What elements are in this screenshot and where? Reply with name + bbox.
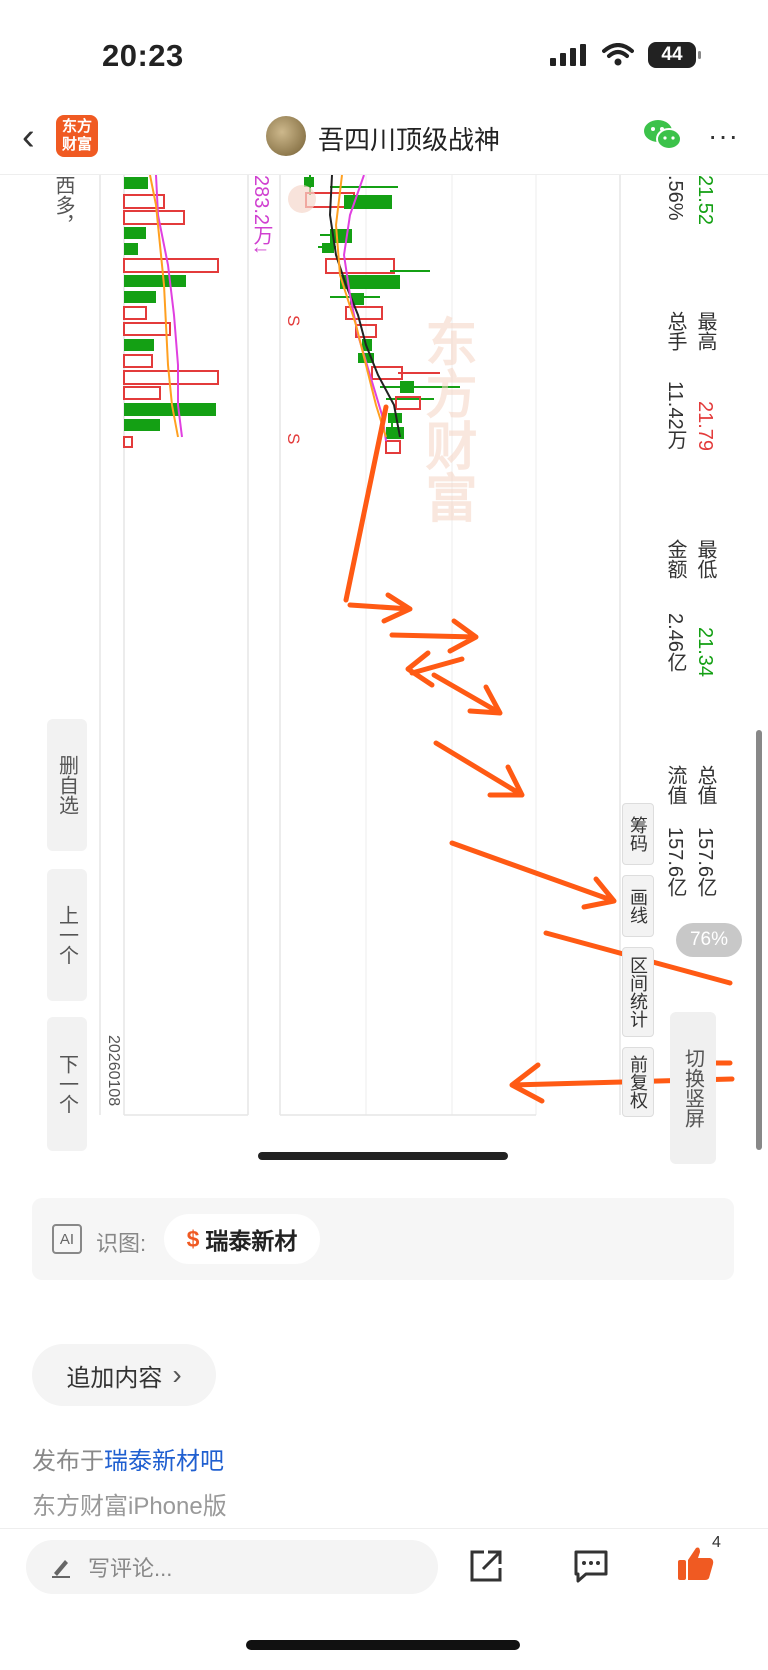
avatar[interactable] [266, 116, 306, 156]
share-icon[interactable] [468, 1548, 504, 1584]
chart-left-text: 西多， [52, 175, 74, 235]
kline-chart-view[interactable]: 西多， 283.2万↓ S S 东方财富 20260108 21.52 .56%… [0, 175, 768, 1155]
quote-value-low: 21.34 [694, 627, 716, 678]
quote-value-open: 21.52 [694, 175, 716, 226]
status-time: 20:23 [102, 38, 184, 73]
switch-portrait-button[interactable]: 切换竖屏 [670, 1012, 716, 1164]
volume-indicator-label: 283.2万↓ [250, 175, 272, 256]
pencil-icon [52, 1560, 70, 1578]
wechat-icon[interactable] [643, 118, 683, 152]
quote-label-high: 最高 [694, 311, 716, 351]
quote-label-volume: 总手 [664, 311, 686, 351]
range-stats-button[interactable]: 区间统计 [622, 947, 654, 1037]
thumbs-up-icon[interactable] [676, 1544, 716, 1584]
logo-text-line1: 东方 [61, 118, 92, 135]
forum-link[interactable]: 瑞泰新材吧 [104, 1448, 224, 1475]
quote-value-float-cap: 157.6亿 [664, 827, 686, 898]
draw-line-button[interactable]: 画线 [622, 875, 654, 937]
quote-value-amount: 2.46亿 [664, 613, 686, 672]
quote-value-total-cap: 157.6亿 [694, 827, 716, 898]
back-icon[interactable]: ‹ [22, 118, 35, 156]
posted-in: 发布于瑞泰新材吧 [32, 1441, 224, 1476]
chart-scrollbar[interactable] [756, 730, 762, 1150]
post-source: 东方财富iPhone版 [32, 1493, 227, 1520]
quote-value-volume: 11.42万 [664, 381, 686, 450]
quote-label-low: 最低 [694, 539, 716, 579]
next-stock-button[interactable]: 下一个 [47, 1017, 87, 1151]
quote-change-pct: .56% [664, 175, 686, 221]
zoom-percentage-badge: 76% [676, 923, 742, 957]
previous-stock-button[interactable]: 上一个 [47, 869, 87, 1001]
stock-chip[interactable]: $ 瑞泰新材 [164, 1214, 320, 1264]
ai-recognition-label: 识图: [96, 1231, 147, 1256]
append-content-label: 追加内容 [66, 1364, 163, 1392]
quote-label-total-cap: 总值 [694, 765, 716, 805]
wifi-icon [602, 43, 634, 66]
battery-indicator: 44 [648, 42, 701, 68]
cellular-signal-icon [550, 44, 586, 66]
stock-name: 瑞泰新材 [205, 1228, 298, 1254]
app-logo[interactable]: 东方 财富 [56, 115, 98, 157]
comment-icon[interactable] [572, 1548, 610, 1584]
comment-placeholder: 写评论... [88, 1556, 173, 1581]
quote-label-float-cap: 流值 [664, 765, 686, 805]
signal-s1: S [284, 315, 303, 327]
append-content-button[interactable]: 追加内容 › [32, 1344, 216, 1406]
posted-prefix: 发布于 [32, 1448, 104, 1475]
chart-watermark: 东方财富 [417, 315, 475, 523]
signal-s2: S [284, 433, 303, 445]
quote-label-amount: 金额 [664, 539, 686, 579]
chevron-right-icon: › [172, 1359, 182, 1390]
quote-value-high: 21.79 [694, 401, 716, 452]
logo-text-line2: 财富 [61, 136, 92, 153]
status-icons: 44 [550, 42, 701, 68]
image-home-indicator [258, 1152, 508, 1160]
chips-button[interactable]: 筹码 [622, 803, 654, 865]
more-icon[interactable]: ··· [708, 120, 739, 152]
author-name[interactable]: 吾四川顶级战神 [318, 120, 500, 157]
ai-scan-icon: AI [52, 1224, 82, 1254]
home-indicator[interactable] [246, 1640, 520, 1650]
date-label: 20260108 [105, 1035, 122, 1107]
dollar-icon: $ [186, 1225, 200, 1252]
forward-adjust-button[interactable]: 前复权 [622, 1047, 654, 1117]
remove-watchlist-button[interactable]: 删自选 [47, 719, 87, 851]
like-count: 4 [712, 1534, 721, 1551]
comment-input[interactable]: 写评论... [26, 1540, 438, 1594]
